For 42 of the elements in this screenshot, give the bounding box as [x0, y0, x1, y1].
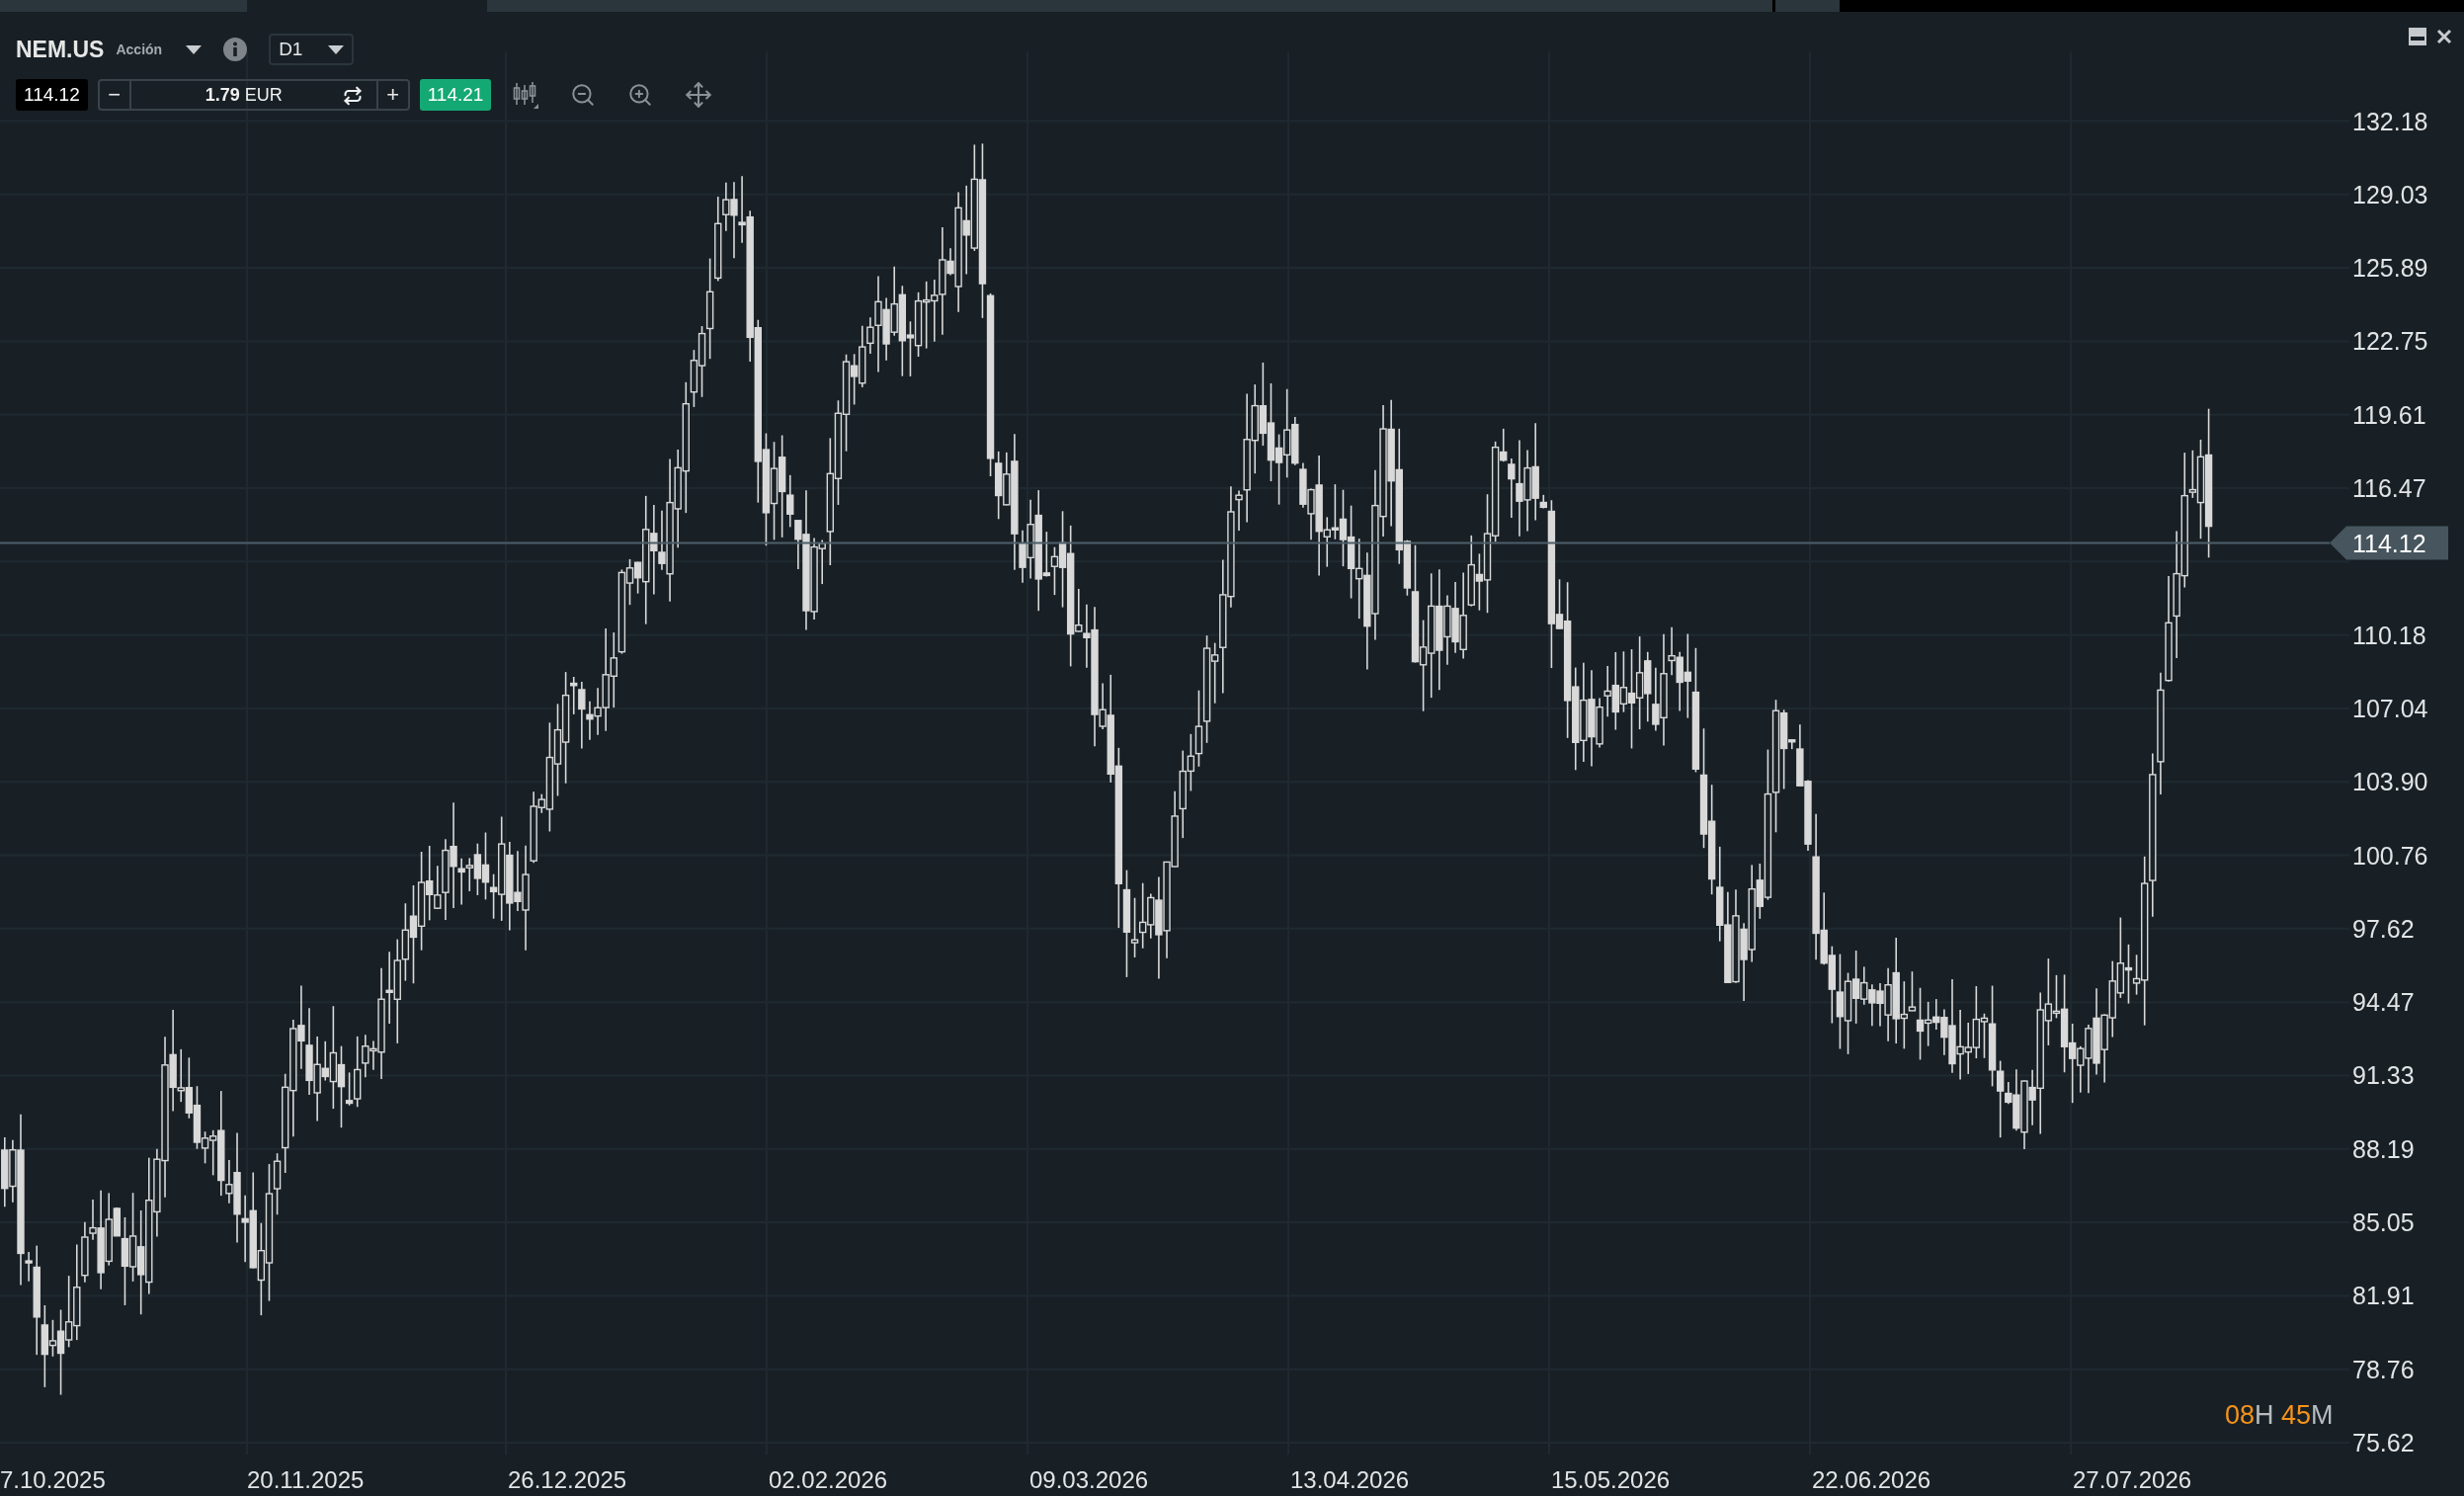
date-label: 02.02.2026 [769, 1466, 888, 1493]
price-label: 132.18 [2352, 107, 2428, 135]
date-label: 13.04.2026 [1290, 1466, 1410, 1493]
date-label: 27.07.2026 [2073, 1466, 2192, 1493]
info-icon[interactable] [223, 38, 248, 61]
instrument-type: Acción [116, 42, 163, 57]
price-label: 78.76 [2352, 1355, 2415, 1383]
caret-icon[interactable] [186, 44, 203, 54]
price-label: 81.91 [2352, 1282, 2415, 1310]
minimize-icon[interactable] [2409, 28, 2426, 45]
zoom-in-icon[interactable] [627, 82, 654, 108]
price-label: 122.75 [2352, 327, 2428, 356]
date-label: 26.12.2025 [508, 1466, 627, 1493]
date-label: 7.10.2025 [0, 1466, 106, 1493]
price-label: 91.33 [2352, 1061, 2415, 1090]
price-label: 129.03 [2352, 180, 2428, 208]
price-label: 103.90 [2352, 768, 2428, 796]
price-label: 119.61 [2352, 400, 2426, 429]
date-label: 22.06.2026 [1812, 1466, 1931, 1493]
instrument-symbol: NEM.US [16, 36, 105, 63]
price-label: 97.62 [2352, 914, 2415, 943]
timeframe-select[interactable]: D1 [269, 34, 355, 65]
price-label: 100.76 [2352, 841, 2428, 870]
price-label: 116.47 [2352, 474, 2426, 503]
price-label: 88.19 [2352, 1134, 2415, 1163]
date-label: 15.05.2026 [1551, 1466, 1671, 1493]
price-label: 75.62 [2352, 1429, 2415, 1456]
price-label: 85.05 [2352, 1208, 2415, 1237]
session-countdown: 08H 45M [2225, 1400, 2334, 1431]
price-label: 94.47 [2352, 988, 2415, 1017]
price-label: 125.89 [2352, 254, 2428, 283]
sell-price[interactable]: 114.12 [16, 79, 88, 111]
date-label: 20.11.2025 [247, 1466, 365, 1493]
price-label: 107.04 [2352, 694, 2428, 722]
zoom-out-icon[interactable] [570, 82, 597, 108]
current-price-tag: 114.12 [2330, 526, 2448, 560]
date-label: 09.03.2026 [1029, 1466, 1149, 1493]
price-label: 110.18 [2352, 621, 2426, 649]
close-icon[interactable] [2436, 29, 2452, 44]
candlestick-icon[interactable] [513, 81, 539, 109]
move-icon[interactable] [685, 81, 713, 109]
caret-icon [328, 44, 345, 54]
